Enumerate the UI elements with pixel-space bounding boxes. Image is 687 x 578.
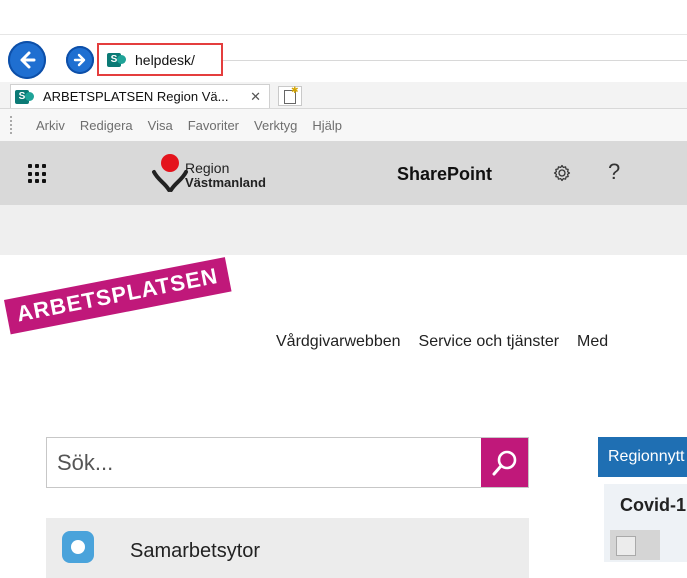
search-button[interactable] <box>481 438 528 487</box>
search-input[interactable] <box>47 437 481 488</box>
browser-tab[interactable]: S ARBETSPLATSEN Region Vä... ✕ <box>10 84 270 108</box>
window-top-strip <box>0 0 687 34</box>
tab-title: ARBETSPLATSEN Region Vä... <box>43 89 229 104</box>
news-image <box>610 530 660 560</box>
app-launcher-icon[interactable] <box>28 164 48 184</box>
site-logo[interactable]: ARBETSPLATSEN <box>4 257 232 335</box>
nav-link-vardgivarwebben[interactable]: Vårdgivarwebben <box>276 333 401 350</box>
address-text[interactable]: helpdesk/ <box>135 52 195 68</box>
search-icon <box>492 450 516 475</box>
top-navigation: Vårdgivarwebben Service och tjänster Med <box>276 333 626 351</box>
logo-text-region: Region <box>185 160 230 176</box>
menu-redigera[interactable]: Redigera <box>80 118 133 133</box>
sharepoint-suite-bar <box>0 141 687 206</box>
menu-visa[interactable]: Visa <box>148 118 173 133</box>
nav-link-more[interactable]: Med <box>577 333 608 350</box>
news-header[interactable]: Regionnytt <box>598 437 687 477</box>
arrow-right-icon <box>73 53 86 67</box>
sharepoint-app-name[interactable]: SharePoint <box>397 164 492 185</box>
menu-favoriter[interactable]: Favoriter <box>188 118 239 133</box>
menu-verktyg[interactable]: Verktyg <box>254 118 297 133</box>
divider <box>0 34 687 35</box>
address-field-highlight[interactable]: S helpdesk/ <box>97 43 223 76</box>
back-button[interactable] <box>8 41 46 79</box>
search-box <box>46 437 529 488</box>
help-icon[interactable]: ? <box>608 159 620 185</box>
logo-text-vastmanland: Västmanland <box>185 175 266 190</box>
menu-arkiv[interactable]: Arkiv <box>36 118 65 133</box>
gear-icon[interactable] <box>553 164 571 182</box>
menu-bar: Arkiv Redigera Visa Favoriter Verktyg Hj… <box>0 109 687 142</box>
command-band <box>0 205 687 255</box>
close-tab-icon[interactable]: ✕ <box>250 89 261 105</box>
news-title[interactable]: Covid-1 <box>620 495 686 516</box>
collab-link-label[interactable]: Samarbetsytor <box>130 540 260 563</box>
arrow-left-icon <box>20 51 36 69</box>
location-pin-icon <box>62 531 94 563</box>
sharepoint-tab-icon: S <box>15 89 34 104</box>
menu-hjalp[interactable]: Hjälp <box>312 118 342 133</box>
collab-link-block[interactable] <box>46 518 529 578</box>
sharepoint-favicon-icon: S <box>107 52 126 67</box>
new-tab-button[interactable] <box>278 85 302 106</box>
toolbar-grip <box>10 116 16 134</box>
forward-button[interactable] <box>66 46 94 74</box>
nav-link-service[interactable]: Service och tjänster <box>419 333 560 350</box>
